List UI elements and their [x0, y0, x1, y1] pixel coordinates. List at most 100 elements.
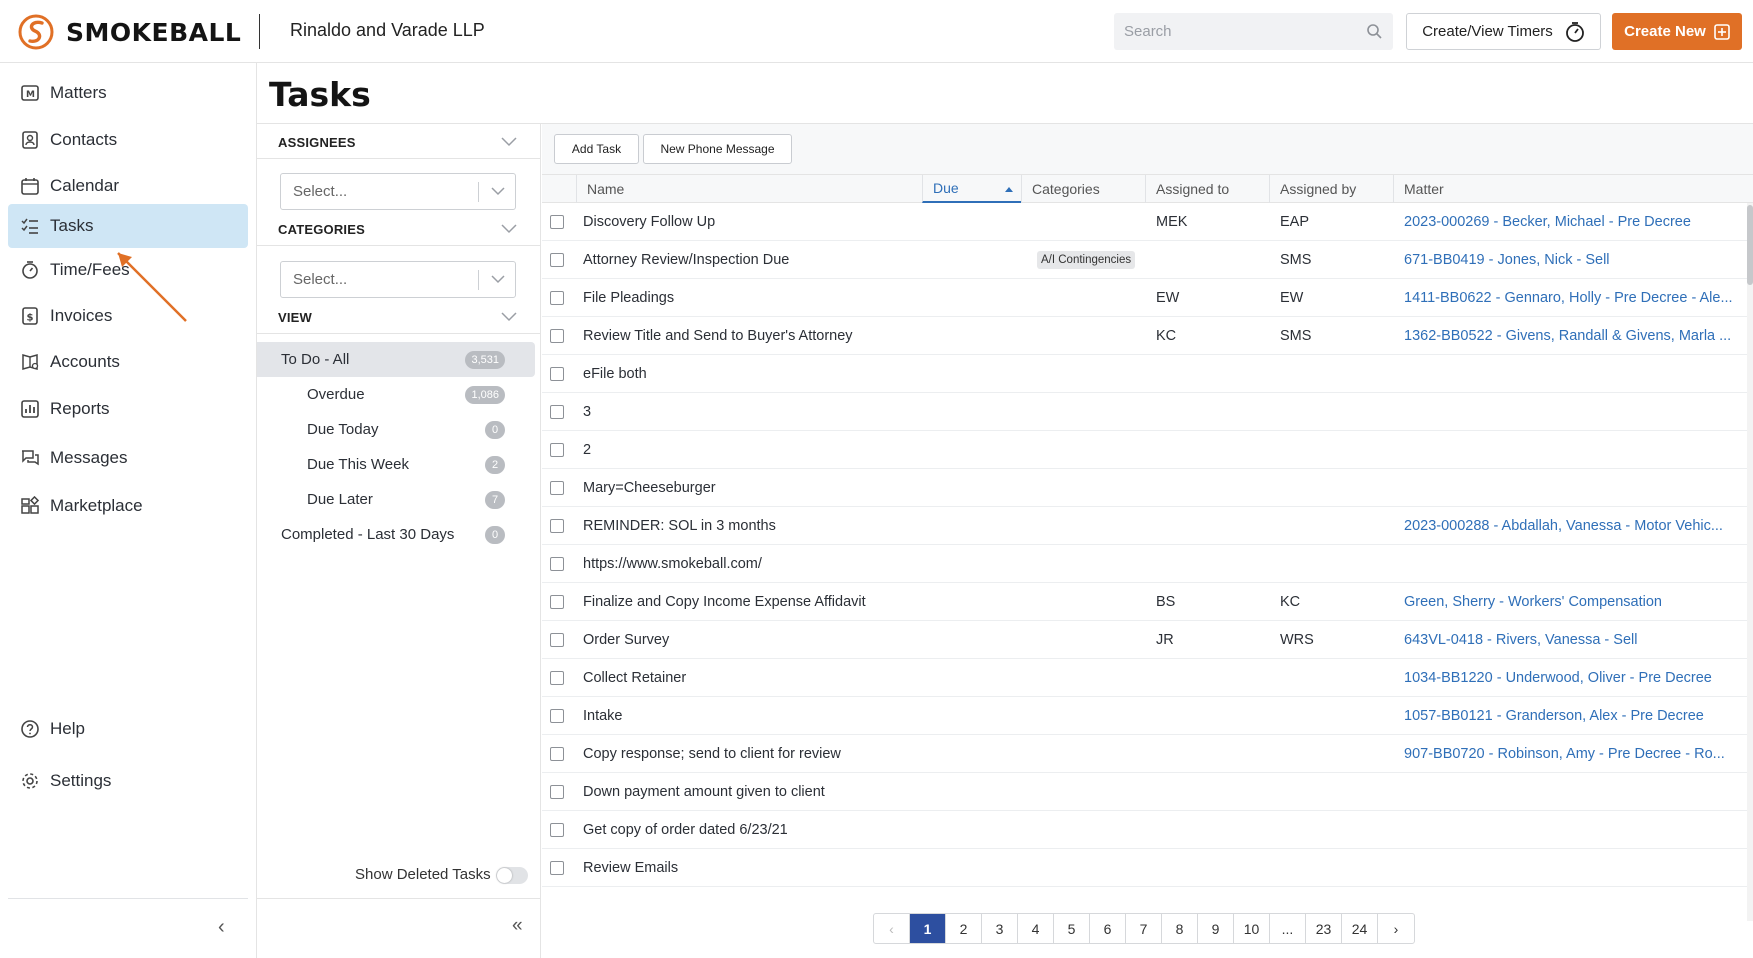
table-row[interactable]: Mary=Cheeseburger	[542, 469, 1747, 507]
chevron-down-icon[interactable]	[501, 224, 517, 234]
view-item-due-today[interactable]: Due Today 0	[257, 412, 535, 447]
sidebar-item-messages[interactable]: Messages	[8, 436, 248, 480]
table-row[interactable]: Order Survey JR WRS 643VL-0418 - Rivers, Va…	[542, 621, 1747, 659]
matter-cell[interactable]: 1362-BB0522 - Givens, Randall & Givens, …	[1404, 317, 1744, 355]
row-checkbox[interactable]	[550, 785, 564, 799]
table-row[interactable]: 2	[542, 431, 1747, 469]
row-checkbox[interactable]	[550, 291, 564, 305]
search-box[interactable]	[1114, 13, 1393, 50]
row-checkbox[interactable]	[550, 633, 564, 647]
next-page-button[interactable]: ›	[1378, 914, 1414, 943]
row-checkbox[interactable]	[550, 519, 564, 533]
page-button[interactable]: 3	[982, 914, 1018, 943]
sidebar-item-marketplace[interactable]: Marketplace	[8, 484, 248, 528]
table-row[interactable]: https://www.smokeball.com/	[542, 545, 1747, 583]
row-checkbox[interactable]	[550, 481, 564, 495]
create-view-timers-button[interactable]: Create/View Timers	[1406, 13, 1601, 50]
categories-select[interactable]: Select...	[280, 261, 516, 298]
sidebar-item-help[interactable]: Help	[8, 707, 248, 751]
page-button[interactable]: 6	[1090, 914, 1126, 943]
row-checkbox[interactable]	[550, 595, 564, 609]
page-button[interactable]: 8	[1162, 914, 1198, 943]
matter-cell[interactable]: 1057-BB0121 - Granderson, Alex - Pre Dec…	[1404, 697, 1744, 735]
previous-page-button[interactable]: ‹	[874, 914, 910, 943]
sidebar-item-calendar[interactable]: Calendar	[8, 164, 248, 208]
table-row[interactable]: Collect Retainer 1034-BB1220 - Underwood,…	[542, 659, 1747, 697]
row-checkbox[interactable]	[550, 671, 564, 685]
matter-cell[interactable]: 643VL-0418 - Rivers, Vanessa - Sell	[1404, 621, 1744, 659]
add-task-button[interactable]: Add Task	[554, 134, 639, 164]
page-button[interactable]: 5	[1054, 914, 1090, 943]
collapse-filters-icon[interactable]: «	[512, 915, 523, 937]
page-button[interactable]: 4	[1018, 914, 1054, 943]
row-checkbox[interactable]	[550, 823, 564, 837]
view-heading[interactable]: VIEW	[278, 310, 312, 325]
column-header-matter[interactable]: Matter	[1393, 175, 1753, 203]
table-row[interactable]: Finalize and Copy Income Expense Affidav…	[542, 583, 1747, 621]
matter-cell[interactable]: 671-BB0419 - Jones, Nick - Sell	[1404, 241, 1744, 279]
view-item-overdue[interactable]: Overdue 1,086	[257, 377, 535, 412]
sidebar-item-reports[interactable]: Reports	[8, 387, 248, 431]
table-row[interactable]: Get copy of order dated 6/23/21	[542, 811, 1747, 849]
sidebar-item-accounts[interactable]: Accounts	[8, 340, 248, 384]
page-button[interactable]: 7	[1126, 914, 1162, 943]
sidebar-item-invoices[interactable]: $ Invoices	[8, 294, 248, 338]
create-new-button[interactable]: Create New	[1612, 13, 1742, 50]
table-row[interactable]: Review Title and Send to Buyer's Attorne…	[542, 317, 1747, 355]
table-row[interactable]: Down payment amount given to client	[542, 773, 1747, 811]
new-phone-message-button[interactable]: New Phone Message	[643, 134, 792, 164]
column-header-name[interactable]: Name	[576, 175, 885, 203]
matter-cell[interactable]: Green, Sherry - Workers' Compensation	[1404, 583, 1744, 621]
assignees-select[interactable]: Select...	[280, 173, 516, 210]
scrollbar-thumb[interactable]	[1747, 205, 1753, 285]
table-row[interactable]: Discovery Follow Up MEK EAP 2023-000269 - B…	[542, 203, 1747, 241]
view-item-to-do-all[interactable]: To Do - All 3,531	[257, 342, 535, 377]
assignees-heading[interactable]: ASSIGNEES	[278, 135, 356, 150]
search-icon[interactable]	[1366, 23, 1383, 40]
column-header-assigned-by[interactable]: Assigned by	[1269, 175, 1393, 203]
logo[interactable]: SMOKEBALL	[18, 14, 241, 50]
search-input[interactable]	[1114, 13, 1354, 50]
row-checkbox[interactable]	[550, 329, 564, 343]
show-deleted-tasks-toggle[interactable]	[496, 867, 528, 884]
page-button[interactable]: 1	[910, 914, 946, 943]
page-button[interactable]: 10	[1234, 914, 1270, 943]
row-checkbox[interactable]	[550, 443, 564, 457]
table-row[interactable]: Copy response; send to client for review…	[542, 735, 1747, 773]
page-button[interactable]: 2	[946, 914, 982, 943]
table-row[interactable]: Attorney Review/Inspection Due A/I Contin…	[542, 241, 1747, 279]
sidebar-item-time-fees[interactable]: Time/Fees	[8, 248, 248, 292]
matter-cell[interactable]: 1034-BB1220 - Underwood, Oliver - Pre De…	[1404, 659, 1744, 697]
matter-cell[interactable]: 907-BB0720 - Robinson, Amy - Pre Decree …	[1404, 735, 1744, 773]
table-row[interactable]: 3	[542, 393, 1747, 431]
table-row[interactable]: Intake 1057-BB0121 - Granderson, Alex - P…	[542, 697, 1747, 735]
chevron-down-icon[interactable]	[501, 137, 517, 147]
table-row[interactable]: Review Emails	[542, 849, 1747, 887]
matter-cell[interactable]: 2023-000288 - Abdallah, Vanessa - Motor …	[1404, 507, 1744, 545]
column-header-assigned-to[interactable]: Assigned to	[1145, 175, 1269, 203]
view-item-completed-last-30-days[interactable]: Completed - Last 30 Days 0	[257, 517, 535, 552]
column-header-due[interactable]: Due	[922, 175, 1021, 203]
vertical-scrollbar[interactable]	[1747, 203, 1753, 921]
row-checkbox[interactable]	[550, 861, 564, 875]
row-checkbox[interactable]	[550, 253, 564, 267]
chevron-down-icon[interactable]	[501, 312, 517, 322]
collapse-sidebar-icon[interactable]: ‹	[218, 916, 225, 939]
sidebar-item-matters[interactable]: M Matters	[8, 71, 248, 115]
table-row[interactable]: REMINDER: SOL in 3 months 2023-000288 - A…	[542, 507, 1747, 545]
row-checkbox[interactable]	[550, 367, 564, 381]
sidebar-item-settings[interactable]: Settings	[8, 759, 248, 803]
row-checkbox[interactable]	[550, 709, 564, 723]
row-checkbox[interactable]	[550, 747, 564, 761]
row-checkbox[interactable]	[550, 215, 564, 229]
view-item-due-this-week[interactable]: Due This Week 2	[257, 447, 535, 482]
sidebar-item-contacts[interactable]: Contacts	[8, 118, 248, 162]
categories-heading[interactable]: CATEGORIES	[278, 222, 365, 237]
table-row[interactable]: File Pleadings EW EW 1411-BB0622 - Gennaro,…	[542, 279, 1747, 317]
matter-cell[interactable]: 2023-000269 - Becker, Michael - Pre Decr…	[1404, 203, 1744, 241]
row-checkbox[interactable]	[550, 557, 564, 571]
page-button[interactable]: 9	[1198, 914, 1234, 943]
page-button[interactable]: 24	[1342, 914, 1378, 943]
column-header-categories[interactable]: Categories	[1021, 175, 1145, 203]
table-row[interactable]: eFile both	[542, 355, 1747, 393]
